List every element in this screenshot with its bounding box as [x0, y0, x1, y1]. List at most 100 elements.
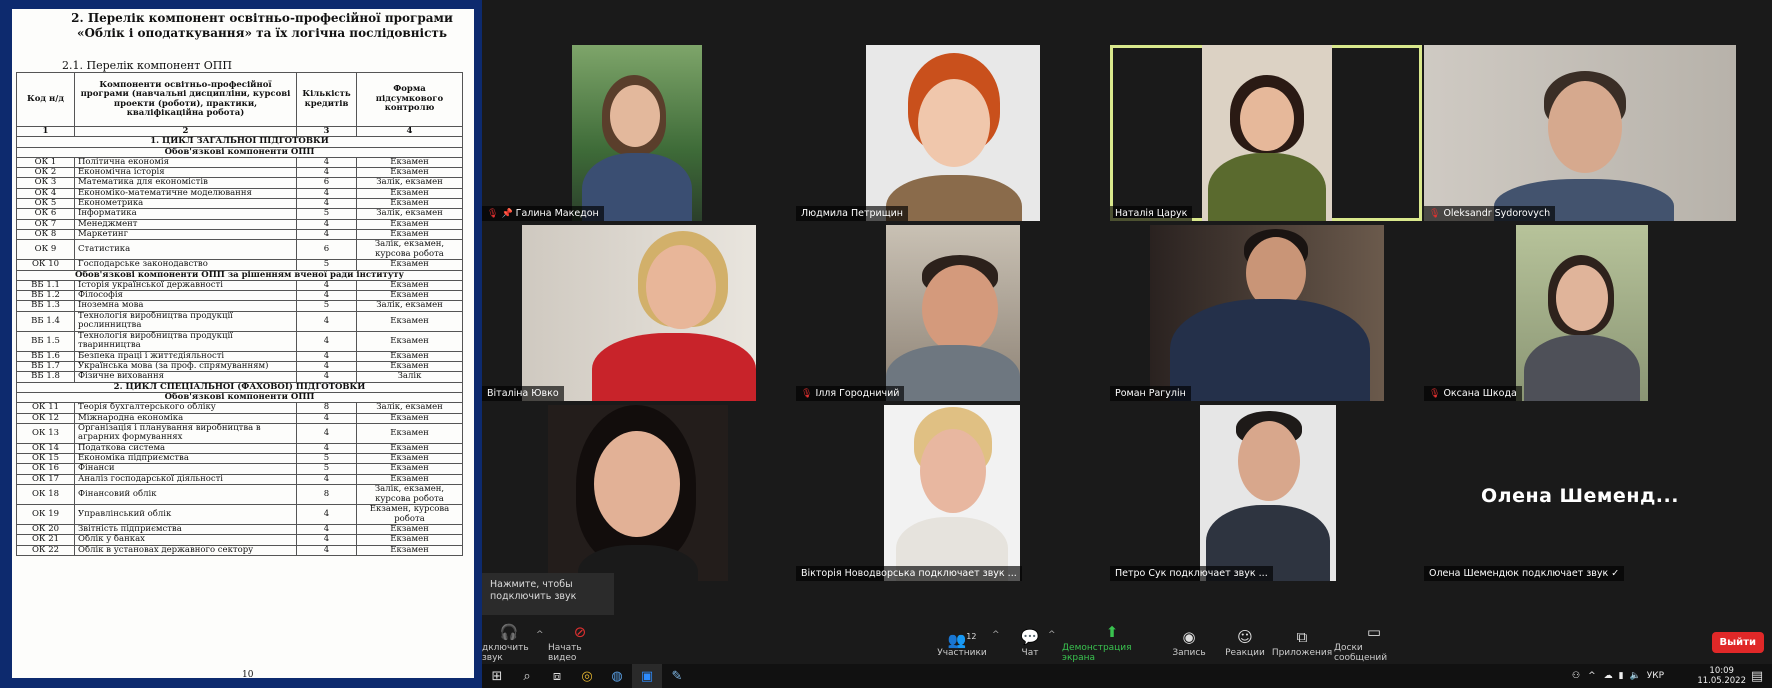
cell-form: Екзамен	[356, 534, 463, 546]
table-row: ОК 13 Організація і планування виробництв…	[16, 422, 463, 444]
cell-cr: 5	[296, 259, 357, 271]
participant-tile[interactable]: Роман Рагулін	[1110, 225, 1422, 401]
muted-mic-icon: 🎙	[1429, 208, 1441, 219]
chat-button[interactable]: 💬 Чат	[1012, 622, 1048, 664]
participant-video	[548, 405, 728, 581]
participant-name-bar: 🎙 📌 Галина Македон	[482, 206, 604, 221]
participant-tile-no-video[interactable]: Олена Шеменд... Олена Шемендюк подключае…	[1424, 405, 1736, 581]
cell-code: ОК 2	[16, 167, 75, 179]
search-icon[interactable]: ⌕	[512, 664, 542, 688]
windows-taskbar: ⊞ ⌕ ⧈ ◎ ◍ ▣ ✎ ⚇ ^ ☁ ▮ 🔈 УКР 10:09 11.05.…	[482, 664, 1772, 688]
chevron-up-icon[interactable]: ^	[1048, 630, 1056, 640]
cell-cr: 4	[296, 544, 357, 556]
cell-form: Залік, екзамен	[356, 177, 463, 189]
participant-name: Олена Шемендюк подключает звук ✓	[1429, 568, 1620, 579]
cell-code: ВБ 1.7	[16, 361, 75, 373]
participant-tile[interactable]: Людмила Петрищин	[796, 45, 1108, 221]
participant-tile[interactable]: Віталіна Ювко	[482, 225, 794, 401]
cell-cr: 4	[296, 473, 357, 486]
chat-icon: 💬	[1020, 628, 1040, 646]
chevron-up-icon[interactable]: ^	[536, 630, 544, 640]
cell-code: ОК 1	[16, 156, 75, 169]
participant-name: Ілля Городничий	[815, 388, 900, 399]
cell-cr: 4	[296, 310, 357, 332]
participant-video	[886, 225, 1020, 401]
apps-button[interactable]: ⧉ Приложения	[1272, 622, 1332, 664]
document-page: 2. Перелік компонент освітньо-професійно…	[12, 9, 474, 678]
chrome-icon[interactable]: ◎	[572, 664, 602, 688]
participant-tile[interactable]: 🎙 Оксана Шкода	[1424, 225, 1736, 401]
edge-icon[interactable]: ◍	[602, 664, 632, 688]
zoom-app-icon[interactable]: ▣	[632, 664, 662, 688]
cell-form: Екзамен	[356, 310, 463, 332]
record-button[interactable]: ◉ Запись	[1164, 622, 1214, 664]
join-audio-button[interactable]: 🎧 дключить звук	[482, 622, 536, 664]
table-row: ОК 3 Математика для економістів 6 Залік, ек…	[16, 177, 463, 189]
reactions-button[interactable]: ☺ Реакции	[1220, 622, 1270, 664]
app-icon[interactable]: ✎	[662, 664, 692, 688]
table-section-row: Обов'язкові компоненти ОПП	[16, 146, 463, 158]
participant-name-bar: 🎙 Оксана Шкода	[1424, 386, 1522, 401]
header-component: Компоненти освітньо-професійної програми…	[74, 72, 297, 127]
cell-form: Екзамен	[356, 187, 463, 200]
cell-form: Екзамен	[356, 524, 463, 536]
windows-start-icon[interactable]: ⊞	[482, 664, 512, 688]
cell-code: ОК 17	[16, 473, 75, 486]
share-screen-button[interactable]: ⬆ Демонстрация экрана	[1062, 622, 1162, 664]
participant-tile-active-speaker[interactable]: Наталія Царук	[1110, 45, 1422, 221]
participant-video	[1516, 225, 1648, 401]
participant-name: Людмила Петрищин	[801, 208, 904, 219]
participant-name-bar: Віталіна Ювко	[482, 386, 564, 401]
participant-name-bar: Петро Сук подключает звук ...	[1110, 566, 1273, 581]
cell-cr: 4	[296, 279, 357, 292]
cell-code: ОК 12	[16, 412, 75, 424]
participant-name: Галина Македон	[515, 208, 599, 219]
cell-cr: 4	[296, 442, 357, 455]
participant-tile[interactable]: 🎙 Oleksandr Sydorovych	[1424, 45, 1736, 221]
clock[interactable]: 10:09 11.05.2022	[1697, 666, 1746, 686]
whiteboards-button[interactable]: ▭ Доски сообщений	[1334, 622, 1414, 664]
task-view-icon[interactable]: ⧈	[542, 664, 572, 688]
page-number: 10	[242, 670, 254, 678]
cell-form: Екзамен	[356, 463, 463, 475]
cell-code: ОК 22	[16, 544, 75, 556]
table-row: ОК 22 Облік в установах державного сектор…	[16, 544, 463, 556]
notifications-icon[interactable]: ▤	[1742, 664, 1772, 688]
record-icon: ◉	[1182, 628, 1196, 646]
participant-tile[interactable]: 🎙 📌 Галина Македон	[482, 45, 794, 221]
participant-name: Віталіна Ювко	[487, 388, 559, 399]
start-video-button[interactable]: ⊘ Начать видео	[548, 622, 612, 664]
cell-form: Екзамен	[356, 473, 463, 486]
participant-tile[interactable]	[482, 405, 794, 581]
cell-name: Іноземна мова	[74, 300, 297, 312]
cell-code: ВБ 1.1	[16, 279, 75, 292]
participant-name: Наталія Царук	[1115, 208, 1188, 219]
muted-mic-icon: 🎙	[1429, 388, 1441, 399]
cell-form: Екзамен	[356, 442, 463, 455]
participant-tile[interactable]: Петро Сук подключает звук ...	[1110, 405, 1422, 581]
system-tray[interactable]: ⚇ ^ ☁ ▮ 🔈 УКР	[1572, 664, 1664, 688]
table-row: ВБ 1.3 Іноземна мова 5 Залік, екзамен	[16, 300, 463, 312]
participant-video	[1150, 225, 1384, 401]
cell-code: ВБ 1.4	[16, 310, 75, 332]
cell-name: Технологія виробництва продукції тваринн…	[74, 330, 297, 352]
participant-tile[interactable]: Вікторія Новодворська подключает звук ..…	[796, 405, 1108, 581]
cell-code: ОК 9	[16, 239, 75, 261]
participant-tile[interactable]: 🎙 Ілля Городничий	[796, 225, 1108, 401]
participants-label: Участники	[937, 648, 987, 658]
cell-form: Залік, екзамен	[356, 208, 463, 220]
table-row: ОК 20 Звітність підприємства 4 Екзамен	[16, 524, 463, 536]
cell-form: Екзамен	[356, 361, 463, 373]
cell-cr: 4	[296, 198, 357, 210]
cell-form: Екзамен	[356, 279, 463, 292]
whiteboard-icon: ▭	[1366, 623, 1382, 641]
table-row: ВБ 1.2 Філософія 4 Екзамен	[16, 290, 463, 302]
cell-form: Екзамен	[356, 156, 463, 169]
cell-name: Економіка підприємства	[74, 453, 297, 465]
cell-cr: 6	[296, 239, 357, 261]
leave-button[interactable]: Выйти	[1711, 632, 1764, 653]
cell-cr: 4	[296, 422, 357, 444]
chevron-up-icon[interactable]: ^	[992, 630, 1000, 640]
record-label: Запись	[1172, 648, 1206, 658]
participants-button[interactable]: 👥12 Участники	[934, 622, 990, 664]
